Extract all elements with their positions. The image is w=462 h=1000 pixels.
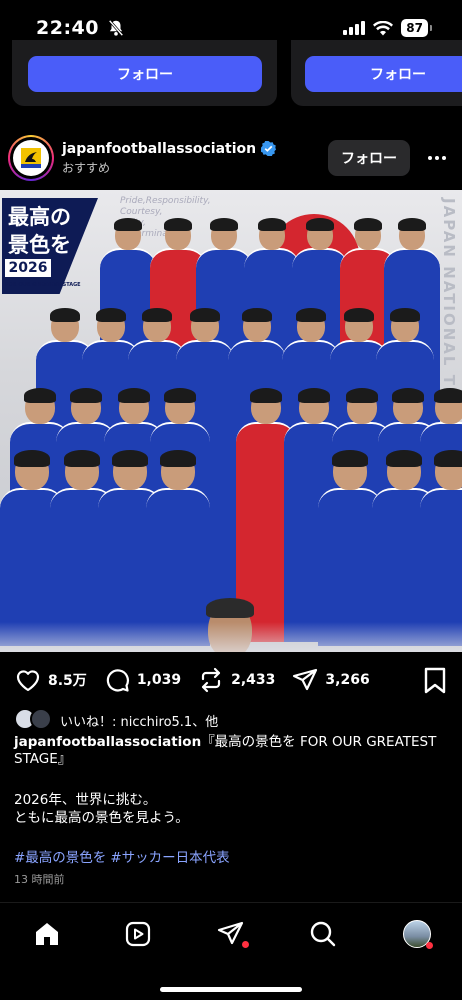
nav-profile[interactable]: [400, 917, 434, 951]
post-username[interactable]: japanfootballassociation: [62, 141, 256, 157]
heart-icon[interactable]: [14, 666, 42, 694]
status-time: 22:40: [36, 17, 99, 39]
suggestion-card: フォロー: [291, 40, 462, 106]
share-icon[interactable]: [291, 666, 319, 694]
post-header: japanfootballassociation おすすめ フォロー: [0, 130, 462, 186]
verified-badge-icon: [261, 141, 277, 156]
post-image[interactable]: Pride,Responsibility, Courtesy, Unity, D…: [0, 190, 462, 652]
liked-by[interactable]: いいね！: nicchiro5.1、他: [14, 708, 218, 732]
nav-search[interactable]: [306, 917, 340, 951]
caption-username[interactable]: japanfootballassociation: [14, 734, 201, 750]
liker-avatar: [30, 708, 52, 730]
wifi-icon: [373, 20, 394, 35]
jfa-logo: [13, 140, 49, 176]
caption-body-1: 2026年、世界に挑む。: [14, 792, 157, 808]
battery-icon: 87: [401, 19, 428, 37]
repost-count[interactable]: 2,433: [231, 672, 275, 688]
home-indicator: [160, 987, 302, 992]
follow-button[interactable]: フォロー: [305, 56, 462, 92]
hashtag-link[interactable]: #サッカー日本代表: [110, 850, 229, 866]
caption-body-2: ともに最高の景色を見よう。: [14, 810, 189, 826]
caption-title-1: 『最高の景色を FOR OUR GREATEST: [201, 734, 437, 750]
home-icon[interactable]: [32, 919, 62, 949]
like-count[interactable]: 8.5万: [48, 670, 87, 690]
post-subtitle: おすすめ: [62, 160, 111, 175]
bottom-nav: [0, 902, 462, 1000]
nav-reels[interactable]: [121, 917, 155, 951]
headline-banner: 最高の 景色を: [2, 198, 98, 294]
share-count[interactable]: 3,266: [325, 672, 369, 688]
post-timestamp: 13 時間前: [14, 873, 65, 886]
reels-icon[interactable]: [123, 919, 153, 949]
headline-tagline: FOR OUR GREATEST STAGE: [5, 282, 81, 288]
suggested-accounts: フォロー フォロー: [0, 40, 462, 108]
liked-by-text: いいね！: nicchiro5.1、他: [60, 714, 219, 730]
caption-hashtags: #最高の景色を #サッカー日本代表: [14, 846, 230, 866]
caption-title-2: STAGE』: [14, 751, 72, 767]
signal-icon: [343, 21, 366, 35]
hashtag-link[interactable]: #最高の景色を: [14, 850, 106, 866]
repost-icon[interactable]: [197, 666, 225, 694]
bookmark-icon[interactable]: [422, 666, 448, 694]
battery-tip: [430, 25, 432, 31]
more-options-icon[interactable]: [424, 156, 450, 160]
follow-button[interactable]: フォロー: [28, 56, 262, 92]
post-caption: japanfootballassociation『最高の景色を FOR OUR …: [14, 734, 454, 768]
follow-button[interactable]: フォロー: [328, 140, 410, 176]
search-icon[interactable]: [308, 919, 338, 949]
account-avatar[interactable]: [8, 135, 54, 181]
nav-home[interactable]: [30, 917, 64, 951]
notification-dot: [242, 941, 249, 948]
headline-year: 2026: [4, 258, 52, 278]
nav-messages[interactable]: [214, 917, 249, 951]
notification-dot: [426, 942, 433, 949]
post-actions: 8.5万 1,039 2,433 3,266: [0, 664, 462, 696]
suggestion-card: フォロー: [12, 40, 277, 106]
bell-off-icon: [108, 19, 124, 37]
comment-count[interactable]: 1,039: [137, 672, 181, 688]
comment-icon[interactable]: [103, 666, 131, 694]
